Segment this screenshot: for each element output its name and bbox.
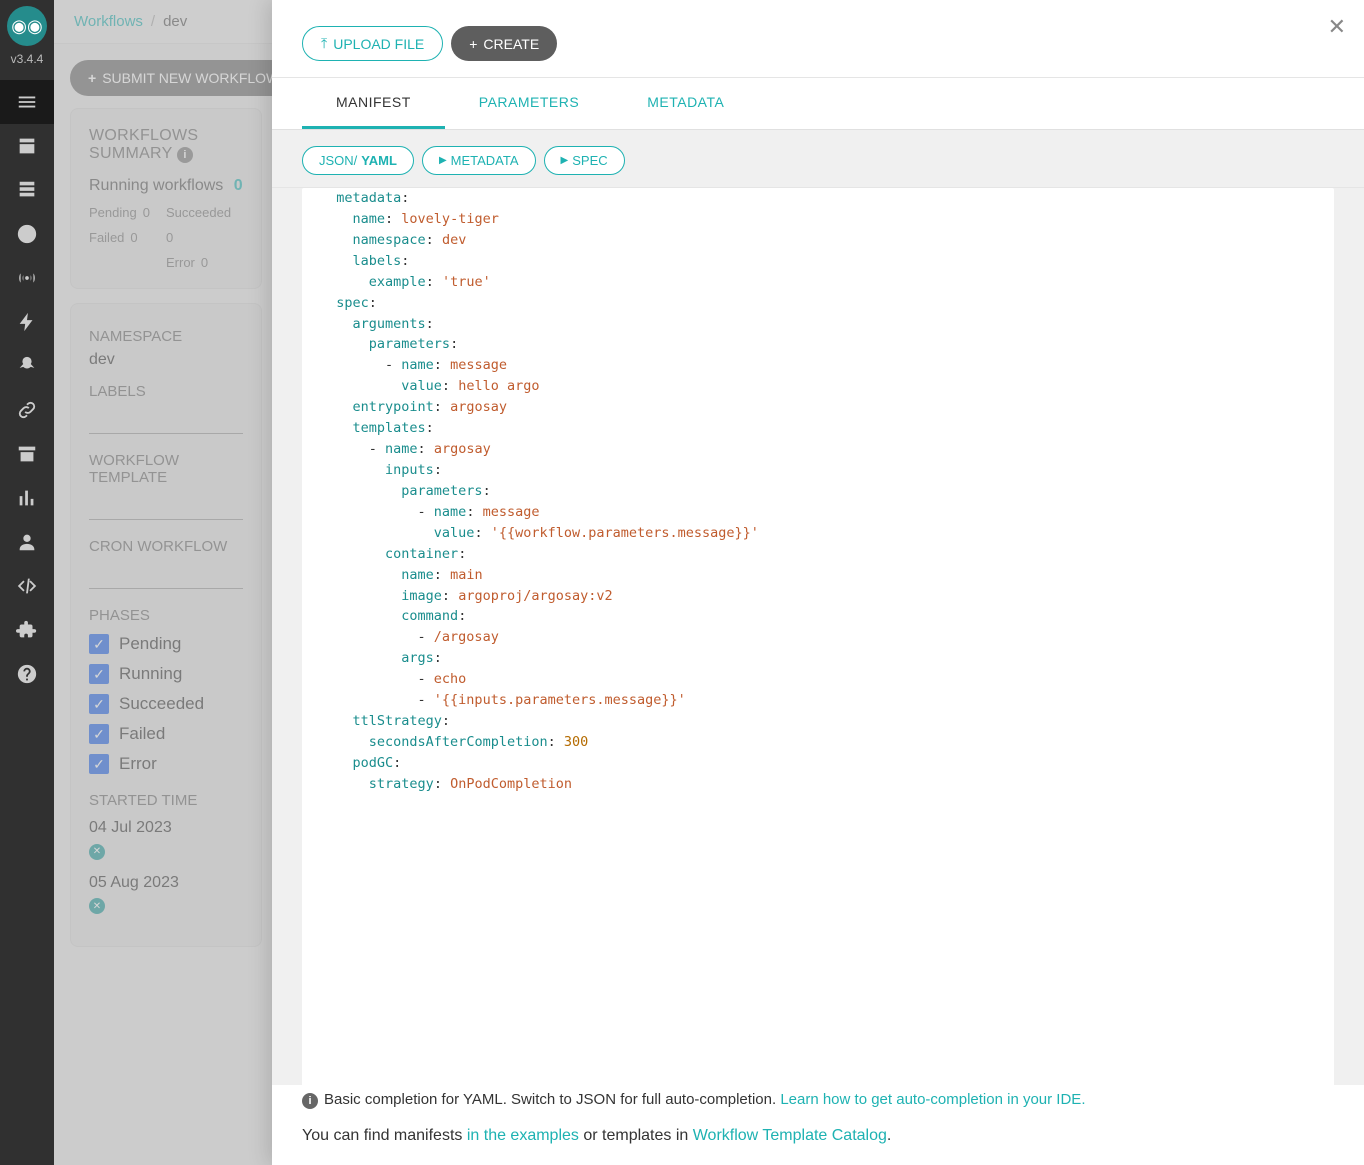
template-catalog-link[interactable]: Workflow Template Catalog	[693, 1127, 887, 1144]
caret-right-icon: ▶	[439, 155, 447, 166]
nav-user-icon[interactable]	[0, 520, 54, 564]
footer-text: .	[887, 1127, 891, 1144]
info-text: Basic completion for YAML. Switch to JSO…	[324, 1091, 780, 1108]
nav-templates-icon[interactable]	[0, 124, 54, 168]
nav-link-icon[interactable]	[0, 388, 54, 432]
version-label: v3.4.4	[11, 52, 44, 66]
submit-workflow-modal: ✕ ⤒ UPLOAD FILE + CREATE MANIFEST PARAME…	[272, 0, 1364, 1165]
nav-reports-icon[interactable]	[0, 476, 54, 520]
nav-event-flow-icon[interactable]	[0, 344, 54, 388]
upload-file-button[interactable]: ⤒ UPLOAD FILE	[302, 26, 443, 61]
tab-parameters[interactable]: PARAMETERS	[445, 78, 613, 129]
nav-archive-icon[interactable]	[0, 432, 54, 476]
left-nav: ◉◉ v3.4.4	[0, 0, 54, 1165]
editor-info: i Basic completion for YAML. Switch to JS…	[272, 1085, 1364, 1119]
tab-metadata[interactable]: METADATA	[613, 78, 758, 129]
caret-right-icon: ▶	[561, 155, 569, 166]
create-label: CREATE	[483, 36, 539, 52]
argo-logo: ◉◉	[7, 6, 47, 46]
info-icon: i	[302, 1093, 318, 1109]
nav-sensors-icon[interactable]	[0, 256, 54, 300]
footer-text: You can find manifests	[302, 1127, 467, 1144]
editor-wrap: metadata: name: lovely-tiger namespace: …	[272, 188, 1364, 1085]
footer-line: You can find manifests in the examples o…	[272, 1119, 1364, 1165]
plus-icon: +	[469, 36, 477, 52]
pill-spec[interactable]: ▶SPEC	[544, 146, 625, 175]
nav-events-icon[interactable]	[0, 300, 54, 344]
examples-link[interactable]: in the examples	[467, 1127, 579, 1144]
nav-help-icon[interactable]	[0, 652, 54, 696]
modal-toolbar: ⤒ UPLOAD FILE + CREATE	[272, 0, 1364, 78]
close-icon[interactable]: ✕	[1328, 14, 1346, 40]
tab-manifest[interactable]: MANIFEST	[302, 78, 445, 129]
nav-clustertemplates-icon[interactable]	[0, 168, 54, 212]
editor-subtabs: JSON/YAML ▶METADATA ▶SPEC	[272, 130, 1364, 188]
upload-label: UPLOAD FILE	[333, 36, 424, 52]
ide-link[interactable]: Learn how to get auto-completion in your…	[780, 1091, 1085, 1108]
pill-json-yaml[interactable]: JSON/YAML	[302, 146, 414, 175]
yaml-editor[interactable]: metadata: name: lovely-tiger namespace: …	[302, 188, 1334, 1085]
nav-code-icon[interactable]	[0, 564, 54, 608]
upload-icon: ⤒	[321, 35, 327, 52]
pill-metadata[interactable]: ▶METADATA	[422, 146, 536, 175]
modal-tabs: MANIFEST PARAMETERS METADATA	[272, 78, 1364, 130]
create-button[interactable]: + CREATE	[451, 26, 557, 61]
footer-text: or templates in	[579, 1127, 693, 1144]
nav-workflows-icon[interactable]	[0, 80, 54, 124]
nav-cron-icon[interactable]	[0, 212, 54, 256]
nav-plugins-icon[interactable]	[0, 608, 54, 652]
